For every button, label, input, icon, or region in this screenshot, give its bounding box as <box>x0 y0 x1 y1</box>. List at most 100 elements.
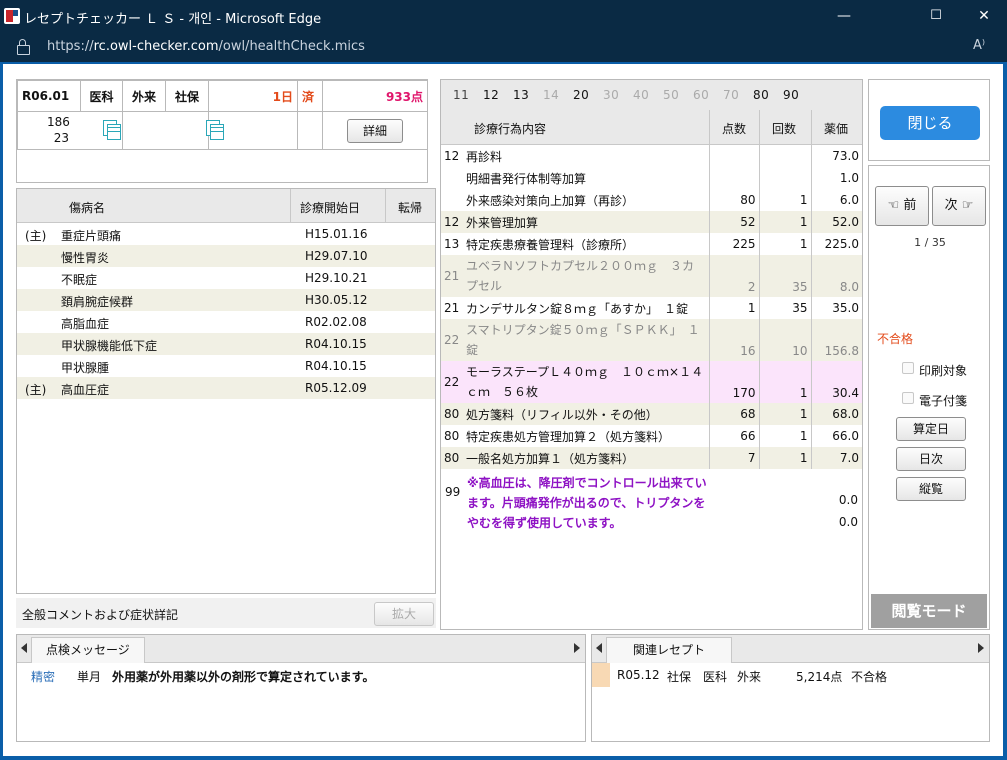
col-points: 点数 <box>722 122 747 136</box>
close-window-button[interactable]: ✕ <box>961 0 1007 32</box>
treatment-comment: 99 ※高血圧は、降圧剤でコントロール出来ています。片頭痛発作が出るので、トリプ… <box>441 469 862 539</box>
comment-code: 99 <box>445 485 461 499</box>
disease-row[interactable]: 頚肩腕症候群 H30.05.12 <box>17 289 435 311</box>
message-tab-bar: 点検メッセージ <box>17 635 585 663</box>
category-70[interactable]: 70 <box>723 88 739 102</box>
category-numbers: 11 12 13 14 20 30 40 50 60 70 80 90 <box>441 80 862 110</box>
tab-messages[interactable]: 点検メッセージ <box>31 637 145 663</box>
treatment-row-highlighted[interactable]: 22 モーラステープＬ４０ｍｇ １０ｃｍ×１４ｃｍ ５６枚 170 1 30.4 <box>441 361 862 403</box>
receipt-days: 1日 <box>208 80 298 112</box>
prev-button[interactable]: ☜ 前 <box>875 186 929 226</box>
pointing-left-icon: ☜ <box>887 198 900 213</box>
scroll-right-icon[interactable] <box>978 643 984 653</box>
minimize-button[interactable]: — <box>821 0 867 32</box>
treatment-row[interactable]: 80 処方箋料（リフィル以外・その他） 68 1 68.0 <box>441 403 862 425</box>
read-aloud-icon[interactable]: A⁾ <box>973 38 985 53</box>
category-30[interactable]: 30 <box>603 88 619 102</box>
next-button[interactable]: 次 ☞ <box>932 186 986 226</box>
treatment-row[interactable]: 21 カンデサルタン錠８ｍｇ「あすか」 １錠 1 35 35.0 <box>441 297 862 319</box>
related-tab-bar: 関連レセプト <box>592 635 989 663</box>
disease-list-header: 傷病名 診療開始日 転帰 <box>17 189 435 223</box>
receipt-summary-table: R06.01 医科 外来 社保 1日 済 933点 186 23 詳細 <box>17 80 428 150</box>
e-sticky-checkbox[interactable] <box>902 392 914 404</box>
message-text: 外用薬が外用薬以外の剤形で算定されています。 <box>112 670 375 684</box>
pointing-right-icon: ☞ <box>961 198 974 213</box>
expand-button[interactable]: 拡大 <box>374 602 434 626</box>
address-bar[interactable]: https://rc.owl-checker.com/owl/healthChe… <box>0 32 1007 62</box>
e-sticky-label: 電子付箋 <box>919 394 968 408</box>
disease-row[interactable]: 高脂血症 R02.02.08 <box>17 311 435 333</box>
treatment-row[interactable]: 80 特定疾患処方管理加算２（処方箋料） 66 1 66.0 <box>441 425 862 447</box>
category-60[interactable]: 60 <box>693 88 709 102</box>
col-drug-price: 薬価 <box>824 122 849 136</box>
treatment-row[interactable]: 明細書発行体制等加算 1.0 <box>441 167 862 189</box>
receipt-insurance: 社保 <box>165 80 209 112</box>
close-button[interactable]: 閉じる <box>880 106 980 140</box>
treatment-row[interactable]: 22 スマトリプタン錠５０ｍｇ「ＳＰＫＫ」 １錠 16 10 156.8 <box>441 319 862 361</box>
pager-text: 1 / 35 <box>914 236 946 249</box>
message-scope: 単月 <box>77 670 102 684</box>
disease-row[interactable]: 不眠症 H29.10.21 <box>17 267 435 289</box>
vertical-view-button[interactable]: 縦覧 <box>896 477 966 501</box>
daily-button[interactable]: 日次 <box>896 447 966 471</box>
treatment-header: 診療行為内容 点数 回数 薬価 <box>441 110 862 145</box>
calc-date-button[interactable]: 算定日 <box>896 417 966 441</box>
treatment-panel: 11 12 13 14 20 30 40 50 60 70 80 90 診療行為… <box>440 79 863 630</box>
lock-icon[interactable] <box>17 39 30 55</box>
maximize-button[interactable]: ☐ <box>913 0 959 32</box>
treatment-row[interactable]: 13 特定疾患療養管理料（診療所） 225 1 225.0 <box>441 233 862 255</box>
category-13[interactable]: 13 <box>513 88 529 102</box>
disease-row[interactable]: 慢性胃炎 H29.07.10 <box>17 245 435 267</box>
col-count: 回数 <box>772 122 797 136</box>
col-content: 診療行為内容 <box>474 122 547 136</box>
receipt-type: 外来 <box>122 80 166 112</box>
category-11[interactable]: 11 <box>453 88 469 102</box>
category-12[interactable]: 12 <box>483 88 499 102</box>
treatment-table: 12 再診料 73.0 明細書発行体制等加算 1.0 外来感染対策向上加算（再診） 80… <box>441 145 862 469</box>
disease-list: 傷病名 診療開始日 転帰 (主) 重症片頭痛 H15.01.16 慢性胃炎 H29.0… <box>16 188 436 594</box>
scroll-right-icon[interactable] <box>574 643 580 653</box>
scroll-left-icon[interactable] <box>596 643 602 653</box>
related-panel: 関連レセプト R05.12 社保 医科 外来 5,214点 不合格 <box>591 634 990 742</box>
nav-panel: ☜ 前 次 ☞ 1 / 35 不合格 印刷対象 電子付箋 算定日 日次 縦覧 閲… <box>868 165 990 630</box>
disease-row[interactable]: 甲状腺腫 R04.10.15 <box>17 355 435 377</box>
receipt-points: 933点 <box>322 80 428 112</box>
category-50[interactable]: 50 <box>663 88 679 102</box>
result-status: 不合格 <box>877 332 914 346</box>
disease-row[interactable]: 甲状腺機能低下症 R04.10.15 <box>17 333 435 355</box>
comment-price-1: 0.0 <box>838 493 858 507</box>
receipt-dept: 医科 <box>80 80 123 112</box>
treatment-row[interactable]: 外来感染対策向上加算（再診） 80 1 6.0 <box>441 189 862 211</box>
receipt-summary: R06.01 医科 外来 社保 1日 済 933点 186 23 詳細 <box>16 79 428 183</box>
detail-button[interactable]: 詳細 <box>347 118 403 143</box>
document-icon[interactable] <box>103 120 121 140</box>
category-40[interactable]: 40 <box>633 88 649 102</box>
document-icon-2[interactable] <box>206 120 224 140</box>
category-80[interactable]: 80 <box>753 88 769 102</box>
tab-related-receipts[interactable]: 関連レセプト <box>606 637 733 663</box>
disease-row[interactable]: (主) 重症片頭痛 H15.01.16 <box>17 223 435 245</box>
print-target-checkbox[interactable] <box>902 362 914 374</box>
message-level: 精密 <box>31 670 56 684</box>
related-row[interactable]: R05.12 社保 医科 外来 5,214点 不合格 <box>592 663 989 687</box>
treatment-row[interactable]: 80 一般名処方加算１（処方箋料） 7 1 7.0 <box>441 447 862 469</box>
title-bar: レセプトチェッカー Ｌ Ｓ - 개인 - Microsoft Edge — ☐ … <box>0 0 1007 32</box>
comment-label: 全般コメントおよび症状詳記 <box>22 608 179 622</box>
receipt-done-badge: 済 <box>297 80 323 112</box>
print-target-label: 印刷対象 <box>919 364 968 378</box>
url-text[interactable]: https://rc.owl-checker.com/owl/healthChe… <box>47 39 365 54</box>
treatment-row[interactable]: 12 外来管理加算 52 1 52.0 <box>441 211 862 233</box>
category-20[interactable]: 20 <box>573 88 589 102</box>
comment-bar: 全般コメントおよび症状詳記 拡大 <box>16 598 436 628</box>
treatment-row[interactable]: 12 再診料 73.0 <box>441 145 862 167</box>
browse-mode-badge: 閲覧モード <box>871 594 987 628</box>
category-14[interactable]: 14 <box>543 88 559 102</box>
col-start-date: 診療開始日 <box>300 201 361 215</box>
message-row[interactable]: 精密 単月 外用薬が外用薬以外の剤形で算定されています。 <box>17 663 585 685</box>
category-90[interactable]: 90 <box>783 88 799 102</box>
disease-row[interactable]: (主) 高血圧症 R05.12.09 <box>17 377 435 399</box>
scroll-left-icon[interactable] <box>21 643 27 653</box>
col-outcome: 転帰 <box>398 201 423 215</box>
col-disease-name: 傷病名 <box>69 201 106 215</box>
treatment-row[interactable]: 21 ユベラＮソフトカプセル２００ｍｇ ３カプセル 2 35 8.0 <box>441 255 862 297</box>
